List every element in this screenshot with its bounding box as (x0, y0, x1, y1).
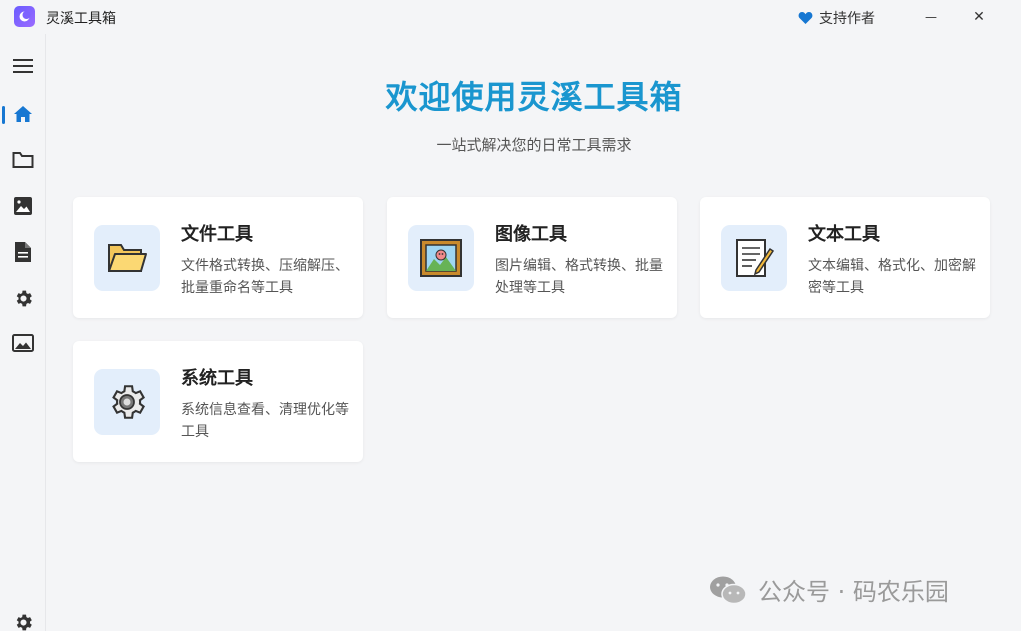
card-text-tools[interactable]: 文本工具 文本编辑、格式化、加密解密等工具 (700, 197, 990, 318)
card-icon-container (721, 225, 787, 291)
minimize-button[interactable]: — (916, 4, 946, 30)
sidebar-item-home[interactable] (0, 96, 46, 132)
card-title: 文本工具 (808, 224, 880, 245)
card-description: 系统信息查看、清理优化等工具 (181, 402, 349, 440)
folder-icon (12, 152, 34, 168)
page-subtitle: 一站式解决您的日常工具需求 (436, 136, 632, 154)
card-system-tools[interactable]: 系统工具 系统信息查看、清理优化等工具 (73, 341, 363, 462)
watermark-text: 公众号 · 码农乐园 (758, 578, 949, 606)
wechat-icon (710, 576, 747, 604)
settings-icon (16, 614, 32, 630)
main-content: 欢迎使用灵溪工具箱 一站式解决您的日常工具需求 文件工具 文件格式转换、压缩解压… (47, 34, 1021, 631)
active-indicator (2, 106, 5, 124)
sidebar-item-system-tools[interactable] (0, 280, 46, 316)
card-description: 文本编辑、格式化、加密解密等工具 (808, 258, 976, 296)
gear-icon (16, 290, 32, 306)
sidebar-item-settings[interactable] (0, 604, 46, 631)
document-icon (15, 242, 31, 262)
card-description: 文件格式转换、压缩解压、批量重命名等工具 (181, 258, 349, 296)
card-icon-container (94, 225, 160, 291)
picture-icon (420, 239, 462, 277)
folder-icon (108, 244, 147, 272)
sidebar-item-image-tools[interactable] (0, 188, 46, 224)
card-icon-container (408, 225, 474, 291)
sidebar (0, 34, 46, 631)
page-title: 欢迎使用灵溪工具箱 (385, 78, 683, 116)
title-bar: 灵溪工具箱 支持作者 — ✕ (0, 0, 1021, 34)
notepad-icon (736, 239, 774, 277)
home-icon (14, 106, 32, 122)
support-author-button[interactable]: 支持作者 (798, 8, 875, 28)
sidebar-menu-toggle[interactable] (0, 48, 46, 84)
card-icon-container (94, 369, 160, 435)
heart-icon (798, 12, 813, 24)
card-title: 图像工具 (495, 224, 567, 245)
support-label: 支持作者 (819, 11, 875, 27)
watermark: 公众号 · 码农乐园 (708, 572, 949, 607)
app-logo-icon (14, 6, 35, 27)
minimize-icon: — (925, 10, 937, 24)
picture-frame-icon (12, 334, 34, 352)
card-file-tools[interactable]: 文件工具 文件格式转换、压缩解压、批量重命名等工具 (73, 197, 363, 318)
card-description: 图片编辑、格式转换、批量处理等工具 (495, 258, 663, 296)
sidebar-item-text-tools[interactable] (0, 234, 46, 270)
close-icon: ✕ (973, 9, 985, 25)
close-button[interactable]: ✕ (964, 4, 994, 30)
card-image-tools[interactable]: 图像工具 图片编辑、格式转换、批量处理等工具 (387, 197, 677, 318)
app-title: 灵溪工具箱 (46, 11, 116, 27)
gear-icon (112, 385, 145, 419)
image-icon (14, 197, 32, 215)
card-title: 文件工具 (181, 224, 253, 245)
sidebar-item-wallpaper[interactable] (0, 325, 46, 361)
hamburger-icon (13, 59, 33, 73)
sidebar-item-file-tools[interactable] (0, 142, 46, 178)
card-title: 系统工具 (181, 368, 253, 389)
